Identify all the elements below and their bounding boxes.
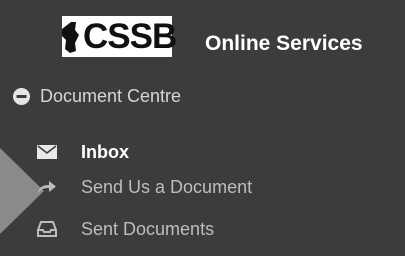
- tray-icon: [36, 219, 58, 239]
- logo-mark-icon: [62, 22, 79, 53]
- nav-item-inbox[interactable]: Inbox: [36, 138, 129, 166]
- minus-circle-icon: [13, 87, 30, 105]
- nav-item-label: Sent Documents: [81, 218, 215, 239]
- document-centre-section-toggle[interactable]: Document Centre: [13, 83, 181, 109]
- envelope-icon: [36, 142, 58, 162]
- online-services-panel: CSSB Online Services Document Centre Inb…: [0, 0, 405, 256]
- section-label: Document Centre: [40, 85, 182, 106]
- nav-item-sent-documents[interactable]: Sent Documents: [36, 215, 214, 243]
- share-arrow-icon: [36, 177, 58, 197]
- logo-text: CSSB: [83, 17, 177, 56]
- nav-item-label: Inbox: [81, 141, 129, 162]
- cssb-logo[interactable]: CSSB: [62, 16, 177, 57]
- page-title: Online Services: [205, 32, 363, 55]
- nav-item-send-us-a-document[interactable]: Send Us a Document: [36, 173, 252, 201]
- nav-item-label: Send Us a Document: [81, 176, 253, 197]
